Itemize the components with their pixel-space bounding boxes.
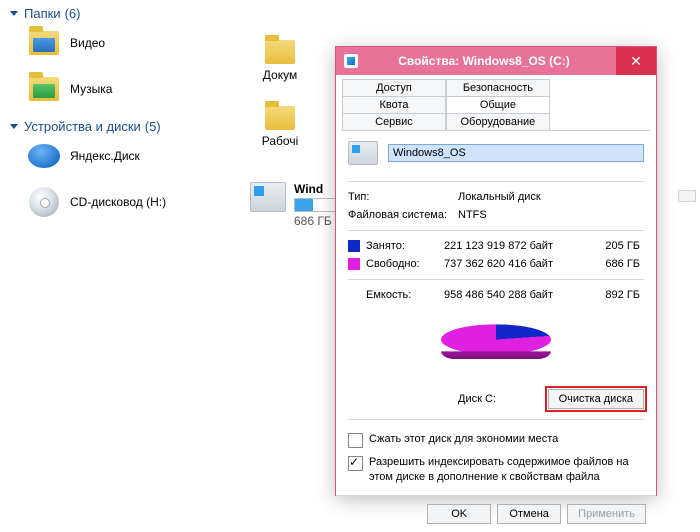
chevron-down-icon (10, 124, 18, 129)
tab-access[interactable]: Доступ (342, 79, 446, 96)
group-devices-header[interactable]: Устройства и диски (5) (10, 119, 220, 134)
dialog-titlebar[interactable]: Свойства: Windows8_OS (C:) ✕ (336, 47, 656, 75)
ok-button[interactable]: OK (427, 504, 491, 524)
folder-item-video[interactable]: Видео (28, 27, 220, 59)
group-devices-count: (5) (145, 119, 161, 134)
folder-video-icon (28, 27, 60, 59)
folder-desktop-icon (265, 106, 295, 130)
cdrom-label: CD-дисковод (H:) (70, 195, 166, 209)
disk-label: Диск C: (458, 393, 496, 405)
apply-button[interactable]: Применить (567, 504, 646, 524)
group-folders-title: Папки (24, 6, 61, 21)
used-swatch (348, 240, 360, 252)
dialog-title: Свойства: Windows8_OS (C:) (366, 54, 616, 68)
used-key: Занято: (366, 240, 438, 252)
folder-documents-icon (265, 40, 295, 64)
index-label: Разрешить индексировать содержимое файло… (369, 455, 644, 485)
yandex-disk-icon (28, 140, 60, 172)
used-bytes: 221 123 919 872 байт (444, 240, 572, 252)
cap-gb: 892 ГБ (578, 289, 644, 301)
fs-key: Файловая система: (348, 209, 458, 221)
compress-checkbox[interactable] (348, 433, 363, 448)
cdrom-icon (28, 186, 60, 218)
free-gb: 686 ГБ (578, 258, 644, 270)
cap-bytes: 958 486 540 288 байт (444, 289, 572, 301)
drive-small-icon (348, 141, 378, 165)
device-item-cdrom[interactable]: CD-дисковод (H:) (28, 186, 220, 218)
type-val: Локальный диск (458, 191, 541, 203)
compress-label: Сжать этот диск для экономии места (369, 432, 558, 447)
group-folders-count: (6) (65, 6, 81, 21)
folder-item-documents[interactable]: Докум (250, 40, 310, 82)
folder-video-label: Видео (70, 36, 105, 50)
index-checkbox[interactable] (348, 456, 363, 471)
drive-c-icon (250, 182, 286, 212)
disk-cleanup-button[interactable]: Очистка диска (548, 389, 644, 409)
group-devices-title: Устройства и диски (24, 119, 141, 134)
tab-hardware[interactable]: Оборудование (446, 113, 550, 130)
type-key: Тип: (348, 191, 458, 203)
scrollbar-stub[interactable] (678, 190, 696, 202)
free-key: Свободно: (366, 258, 438, 270)
properties-dialog: Свойства: Windows8_OS (C:) ✕ Доступ Безо… (335, 46, 657, 496)
used-gb: 205 ГБ (578, 240, 644, 252)
index-checkbox-row[interactable]: Разрешить индексировать содержимое файло… (348, 455, 644, 485)
device-item-yandex[interactable]: Яндекс.Диск (28, 140, 220, 172)
compress-checkbox-row[interactable]: Сжать этот диск для экономии места (348, 432, 644, 447)
yandex-label: Яндекс.Диск (70, 149, 140, 163)
folder-music-label: Музыка (70, 82, 112, 96)
tab-bar: Доступ Безопасность Квота Общие Сервис О… (342, 79, 650, 131)
usage-pie-chart (441, 324, 551, 354)
volume-name-input[interactable] (388, 144, 644, 162)
fs-val: NTFS (458, 209, 487, 221)
free-bytes: 737 362 620 416 байт (444, 258, 572, 270)
close-button[interactable]: ✕ (616, 47, 656, 75)
cancel-button[interactable]: Отмена (497, 504, 561, 524)
dialog-footer: OK Отмена Применить (336, 495, 656, 532)
tab-quota[interactable]: Квота (342, 96, 446, 113)
group-folders-header[interactable]: Папки (6) (10, 6, 220, 21)
free-swatch (348, 258, 360, 270)
cap-key: Емкость: (366, 289, 438, 301)
tab-security[interactable]: Безопасность (446, 79, 550, 96)
folder-documents-label: Докум (263, 68, 297, 82)
folder-desktop-label: Рабочі (262, 134, 298, 148)
drive-icon (344, 54, 358, 68)
chevron-down-icon (10, 11, 18, 16)
tab-general[interactable]: Общие (446, 96, 550, 113)
folder-item-music[interactable]: Музыка (28, 73, 220, 105)
folder-music-icon (28, 73, 60, 105)
folder-item-desktop[interactable]: Рабочі (250, 106, 310, 148)
tab-service[interactable]: Сервис (342, 113, 446, 130)
